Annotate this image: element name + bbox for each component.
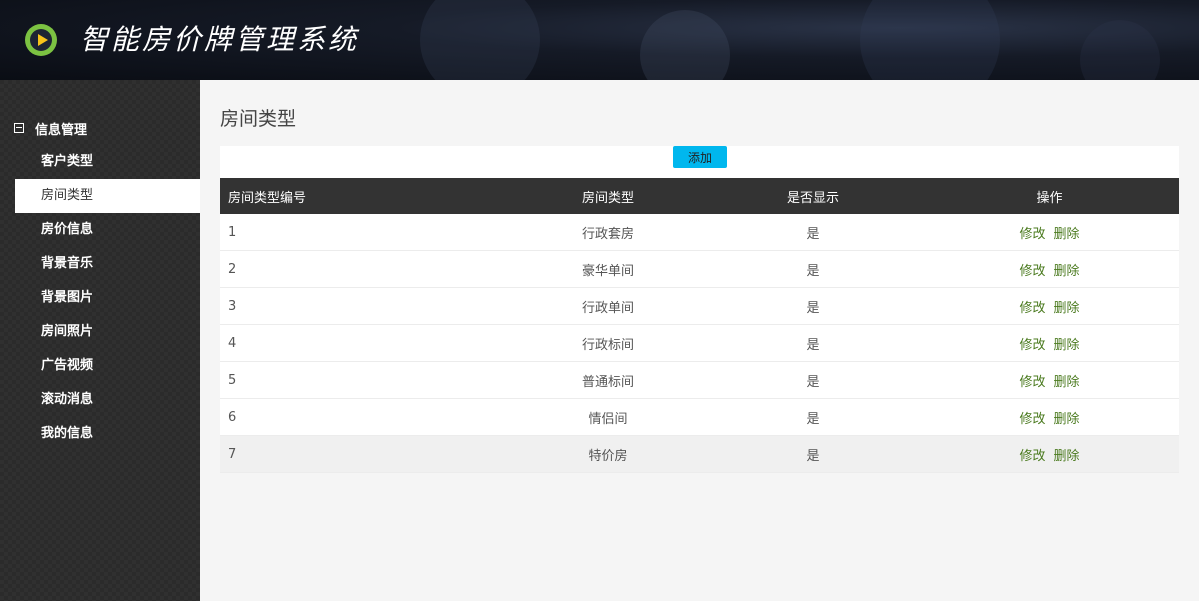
cell-type: 豪华单间 [510, 250, 706, 288]
cell-type: 行政单间 [510, 287, 706, 325]
table-row: 4 行政标间是修改 删除 [220, 324, 1179, 362]
page-title: 房间类型 [220, 108, 297, 130]
cell-type: 行政标间 [510, 324, 706, 362]
edit-link[interactable]: 修改 [1019, 449, 1045, 464]
header-bokeh [1080, 20, 1160, 80]
cell-actions: 修改 删除 [920, 214, 1179, 251]
sidebar-item-ad-video[interactable]: 广告视频 [15, 349, 200, 383]
app-logo-icon [25, 24, 57, 56]
header-bokeh [860, 0, 1000, 80]
collapse-icon[interactable] [14, 123, 24, 133]
cell-type: 行政套房 [510, 214, 706, 251]
cell-actions: 修改 删除 [920, 361, 1179, 399]
cell-id: 5 [220, 361, 510, 399]
sidebar-menu: 客户类型 房间类型 房价信息 背景音乐 背景图片 房间照片 广告视频 滚动消息 … [15, 145, 200, 451]
sidebar-item-room-type[interactable]: 房间类型 [15, 179, 200, 213]
header-bokeh [420, 0, 540, 80]
toolbar: 添加 [220, 146, 1179, 178]
app-title: 智能房价牌管理系统 [80, 23, 360, 56]
sidebar-item-room-price[interactable]: 房价信息 [15, 213, 200, 247]
sidebar-group-label: 信息管理 [35, 122, 88, 138]
cell-visible: 是 [706, 250, 920, 288]
table-row: 1 行政套房是修改 删除 [220, 214, 1179, 251]
cell-id: 3 [220, 287, 510, 325]
cell-visible: 是 [706, 435, 920, 473]
cell-visible: 是 [706, 361, 920, 399]
cell-id: 7 [220, 435, 510, 473]
sidebar-item-room-photos[interactable]: 房间照片 [15, 315, 200, 349]
cell-type: 情侣间 [510, 398, 706, 436]
sidebar-item-background-image[interactable]: 背景图片 [15, 281, 200, 315]
delete-link[interactable]: 删除 [1054, 264, 1080, 279]
add-button[interactable]: 添加 [673, 146, 727, 168]
cell-actions: 修改 删除 [920, 287, 1179, 325]
edit-link[interactable]: 修改 [1019, 338, 1045, 353]
sidebar-group-info-management[interactable]: 信息管理 [14, 118, 87, 138]
cell-visible: 是 [706, 398, 920, 436]
main-content: 房间类型 添加 房间类型编号 房间类型 是否显示 操作 1 行政套房是修改 删除 2 豪… [200, 80, 1199, 601]
table-row: 3 行政单间是修改 删除 [220, 287, 1179, 325]
delete-link[interactable]: 删除 [1054, 375, 1080, 390]
cell-id: 1 [220, 214, 510, 251]
cell-visible: 是 [706, 324, 920, 362]
sidebar-item-background-music[interactable]: 背景音乐 [15, 247, 200, 281]
sidebar-item-my-info[interactable]: 我的信息 [15, 417, 200, 451]
cell-id: 4 [220, 324, 510, 362]
cell-actions: 修改 删除 [920, 250, 1179, 288]
cell-type: 特价房 [510, 435, 706, 473]
delete-link[interactable]: 删除 [1054, 301, 1080, 316]
edit-link[interactable]: 修改 [1019, 227, 1045, 242]
table-row: 6 情侣间是修改 删除 [220, 398, 1179, 436]
column-header-actions: 操作 [920, 178, 1179, 214]
delete-link[interactable]: 删除 [1054, 412, 1080, 427]
cell-id: 6 [220, 398, 510, 436]
edit-link[interactable]: 修改 [1019, 412, 1045, 427]
room-type-table: 房间类型编号 房间类型 是否显示 操作 1 行政套房是修改 删除 2 豪华单间是修改 删除… [220, 178, 1179, 473]
column-header-type: 房间类型 [510, 178, 706, 214]
sidebar-item-customer-type[interactable]: 客户类型 [15, 145, 200, 179]
edit-link[interactable]: 修改 [1019, 375, 1045, 390]
cell-actions: 修改 删除 [920, 435, 1179, 473]
cell-actions: 修改 删除 [920, 398, 1179, 436]
sidebar: 信息管理 客户类型 房间类型 房价信息 背景音乐 背景图片 房间照片 广告视频 … [0, 80, 200, 601]
header-bokeh [640, 10, 730, 80]
sidebar-item-scroll-message[interactable]: 滚动消息 [15, 383, 200, 417]
table-row: 7 特价房是修改 删除 [220, 435, 1179, 473]
app-header: 智能房价牌管理系统 [0, 0, 1199, 80]
delete-link[interactable]: 删除 [1054, 338, 1080, 353]
column-header-id: 房间类型编号 [220, 178, 510, 214]
table-row: 5 普通标间是修改 删除 [220, 361, 1179, 399]
table-body: 1 行政套房是修改 删除 2 豪华单间是修改 删除 3 行政单间是修改 删除 4 行政标间是修改 删除… [220, 214, 1179, 473]
cell-visible: 是 [706, 287, 920, 325]
edit-link[interactable]: 修改 [1019, 301, 1045, 316]
cell-actions: 修改 删除 [920, 324, 1179, 362]
table-row: 2 豪华单间是修改 删除 [220, 250, 1179, 288]
delete-link[interactable]: 删除 [1054, 227, 1080, 242]
column-header-visible: 是否显示 [706, 178, 920, 214]
table-header-row: 房间类型编号 房间类型 是否显示 操作 [220, 178, 1179, 214]
edit-link[interactable]: 修改 [1019, 264, 1045, 279]
cell-type: 普通标间 [510, 361, 706, 399]
cell-visible: 是 [706, 214, 920, 251]
cell-id: 2 [220, 250, 510, 288]
delete-link[interactable]: 删除 [1054, 449, 1080, 464]
